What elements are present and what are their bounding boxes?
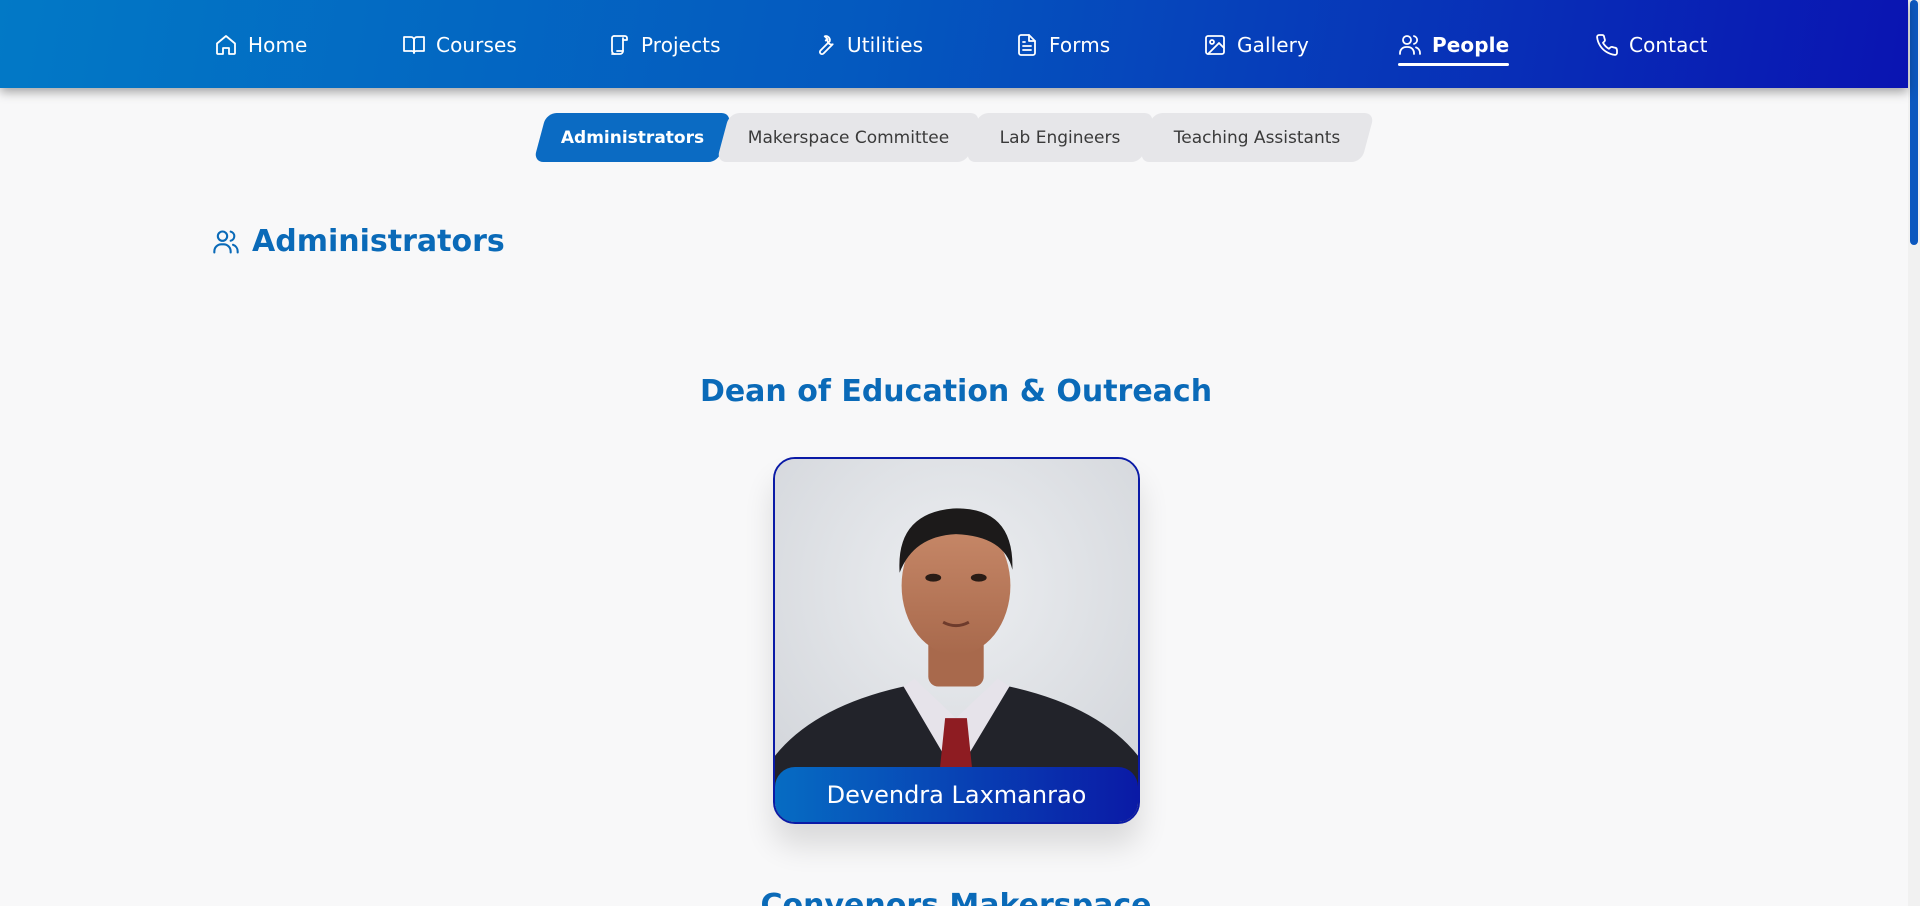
nav-utilities[interactable]: Utilities — [813, 28, 923, 62]
tab-lab-engineers-label: Lab Engineers — [999, 127, 1121, 148]
nav-contact[interactable]: Contact — [1595, 28, 1708, 62]
scroll-icon — [611, 35, 628, 55]
wrench-icon — [819, 35, 834, 55]
nav-courses[interactable]: Courses — [402, 28, 517, 62]
nav-gallery-label: Gallery — [1237, 33, 1309, 57]
nav-people[interactable]: People — [1398, 28, 1510, 66]
nav-projects[interactable]: Projects — [607, 28, 721, 62]
nav-home-label: Home — [248, 33, 308, 57]
nav-projects-label: Projects — [641, 33, 721, 57]
scrollbar-track[interactable] — [1908, 0, 1920, 906]
document-icon — [1018, 34, 1036, 56]
tab-makerspace-committee[interactable]: Makerspace Committee — [716, 113, 981, 162]
users-icon — [213, 229, 239, 254]
tab-administrators-label: Administrators — [560, 127, 705, 148]
nav-forms-label: Forms — [1049, 33, 1111, 57]
scrollbar-thumb[interactable] — [1910, 0, 1918, 245]
image-icon — [1205, 35, 1225, 55]
tab-teaching-assistants-label: Teaching Assistants — [1173, 127, 1341, 148]
tab-lab-engineers[interactable]: Lab Engineers — [965, 113, 1155, 162]
person-card[interactable]: Devendra Laxmanrao — [773, 457, 1140, 824]
nav-home[interactable]: Home — [214, 28, 307, 62]
users-icon — [1399, 35, 1421, 55]
person-name: Devendra Laxmanrao — [775, 767, 1138, 822]
role-title-dean: Dean of Education & Outreach — [699, 374, 1213, 409]
tab-administrators[interactable]: Administrators — [533, 113, 732, 162]
book-icon — [403, 36, 425, 54]
tab-teaching-assistants[interactable]: Teaching Assistants — [1139, 113, 1375, 162]
section-title: Administrators — [252, 224, 505, 259]
section-heading: Administrators — [212, 224, 505, 259]
role-title-convenors: Convenors Makerspace — [760, 888, 1152, 906]
nav-people-label: People — [1432, 33, 1510, 57]
nav-contact-label: Contact — [1629, 33, 1708, 57]
nav-gallery[interactable]: Gallery — [1203, 28, 1309, 62]
nav-courses-label: Courses — [436, 33, 517, 57]
top-navigation-bar: Home Courses Projects Utilities Forms Ga… — [0, 0, 1908, 88]
phone-icon — [1596, 34, 1618, 56]
nav-forms[interactable]: Forms — [1015, 28, 1110, 62]
tab-makerspace-committee-label: Makerspace Committee — [747, 127, 950, 148]
nav-utilities-label: Utilities — [847, 33, 924, 57]
home-icon — [216, 35, 236, 55]
